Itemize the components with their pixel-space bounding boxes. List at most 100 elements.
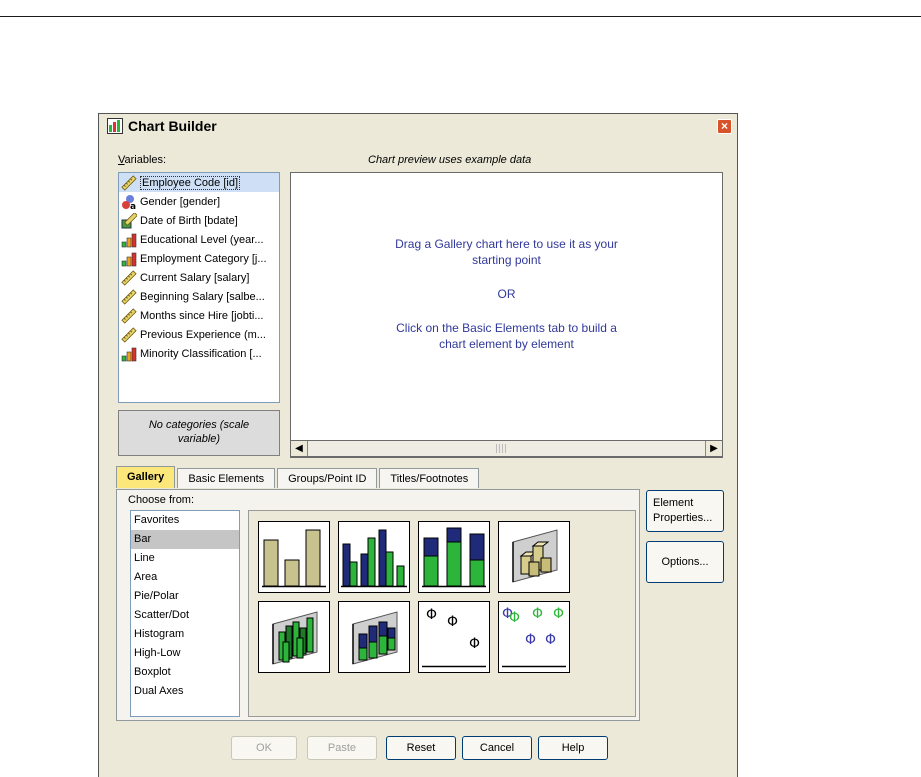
tab-gallery[interactable]: Gallery	[116, 466, 176, 488]
chart-type-item[interactable]: Boxplot	[131, 663, 239, 682]
element-properties-button[interactable]: Element Properties...	[646, 490, 724, 532]
variable-item[interactable]: Previous Experience (m...	[119, 325, 279, 344]
top-rule	[0, 16, 921, 17]
date-scale-icon	[121, 211, 138, 229]
reset-button[interactable]: Reset	[386, 736, 456, 760]
svg-text:Φ: Φ	[426, 607, 437, 623]
variable-label: Gender [gender]	[140, 195, 221, 208]
ok-button[interactable]: OK	[231, 736, 297, 760]
variable-label: Months since Hire [jobti...	[140, 309, 264, 322]
variable-label: Current Salary [salary]	[140, 271, 250, 284]
chart-type-item[interactable]: High-Low	[131, 644, 239, 663]
chart-type-item[interactable]: Favorites	[131, 511, 239, 530]
paste-button[interactable]: Paste	[307, 736, 377, 760]
variable-item[interactable]: Minority Classification [...	[119, 344, 279, 363]
variable-item[interactable]: Date of Birth [bdate]	[119, 211, 279, 230]
tab-basic-elements[interactable]: Basic Elements	[177, 468, 276, 488]
3d-stacked-bar-thumbnail[interactable]	[338, 601, 410, 673]
chart-type-item[interactable]: Line	[131, 549, 239, 568]
options-button[interactable]: Options...	[646, 541, 724, 583]
chart-type-item[interactable]: Scatter/Dot	[131, 606, 239, 625]
simple-error-bar-icon: Φ Φ Φ	[422, 607, 486, 668]
variables-list[interactable]: Employee Code [id] a Gender [gender] Date o…	[118, 172, 280, 403]
gallery-thumbnails: Φ Φ Φ Φ Φ Φ Φ Φ Φ	[248, 510, 636, 717]
variable-item[interactable]: a Gender [gender]	[119, 192, 279, 211]
variable-item[interactable]: Months since Hire [jobti...	[119, 306, 279, 325]
chart-type-item[interactable]: Dual Axes	[131, 682, 239, 701]
svg-text:Φ: Φ	[509, 610, 520, 626]
chart-type-item[interactable]: Bar	[131, 530, 239, 549]
3d-clustered-bar-icon	[272, 611, 318, 665]
variable-label: Employee Code [id]	[140, 175, 240, 190]
tab-titles-footnotes[interactable]: Titles/Footnotes	[379, 468, 480, 488]
canvas-instruction-3: Click on the Basic Elements tab to build…	[396, 321, 617, 335]
canvas-instruction-2: starting point	[472, 253, 541, 267]
3d-bar-thumbnail[interactable]	[498, 521, 570, 593]
cancel-button[interactable]: Cancel	[462, 736, 532, 760]
close-button[interactable]: ×	[717, 119, 732, 134]
ordinal-bar-icon	[121, 251, 137, 267]
canvas-instruction-4: chart element by element	[439, 337, 574, 351]
preview-label: Chart preview uses example data	[368, 154, 532, 166]
scale-ruler-icon	[121, 307, 137, 324]
clustered-error-bar-thumbnail[interactable]: Φ Φ Φ Φ Φ Φ	[498, 601, 570, 673]
window-title: Chart Builder	[128, 118, 217, 134]
scroll-grip[interactable]	[496, 444, 508, 453]
svg-text:Φ: Φ	[553, 606, 564, 622]
variable-item[interactable]: Educational Level (year...	[119, 230, 279, 249]
help-button[interactable]: Help	[538, 736, 608, 760]
close-icon: ×	[720, 119, 728, 133]
variable-label: Previous Experience (m...	[140, 328, 266, 341]
variable-item[interactable]: Current Salary [salary]	[119, 268, 279, 287]
variable-label: Educational Level (year...	[140, 233, 264, 246]
stacked-bar-icon	[422, 527, 486, 588]
title-bar[interactable]: Chart Builder ×	[99, 114, 737, 138]
scale-ruler-icon	[121, 174, 137, 191]
chart-type-list[interactable]: Favorites Bar Line Area Pie/Polar Scatter/Dot…	[130, 510, 240, 717]
arrow-left-icon: ◀	[295, 443, 303, 454]
variable-label: Minority Classification [...	[140, 347, 262, 360]
choose-from-label: Choose from:	[128, 494, 195, 506]
svg-text:Φ: Φ	[532, 606, 543, 622]
svg-text:Φ: Φ	[525, 632, 536, 648]
chart-canvas[interactable]: Drag a Gallery chart here to use it as y…	[290, 172, 723, 458]
simple-bar-thumbnail[interactable]	[258, 521, 330, 593]
svg-text:Φ: Φ	[447, 614, 458, 630]
variable-label: Beginning Salary [salbe...	[140, 290, 265, 303]
scroll-left-button[interactable]: ◀	[291, 441, 308, 456]
variable-label: Date of Birth [bdate]	[140, 214, 238, 227]
scale-ruler-icon	[121, 288, 137, 305]
clustered-bar-icon	[341, 529, 407, 588]
3d-clustered-bar-thumbnail[interactable]	[258, 601, 330, 673]
chart-builder-icon	[107, 118, 123, 134]
simple-error-bar-thumbnail[interactable]: Φ Φ Φ	[418, 601, 490, 673]
svg-text:Φ: Φ	[469, 636, 480, 652]
tab-strip: Gallery Basic Elements Groups/Point ID T…	[116, 466, 481, 490]
clustered-bar-thumbnail[interactable]	[338, 521, 410, 593]
arrow-right-icon: ▶	[710, 443, 718, 454]
variable-label: Employment Category [j...	[140, 252, 267, 265]
3d-stacked-bar-icon	[352, 611, 398, 665]
3d-bar-icon	[512, 529, 558, 583]
chart-type-item[interactable]: Area	[131, 568, 239, 587]
chart-type-item[interactable]: Pie/Polar	[131, 587, 239, 606]
ordinal-bar-icon	[121, 232, 137, 248]
svg-text:a: a	[130, 202, 136, 210]
scale-ruler-icon	[121, 269, 137, 286]
ordinal-bar-icon	[121, 346, 137, 362]
nominal-icon: a	[121, 194, 137, 211]
canvas-or: OR	[497, 287, 516, 301]
simple-bar-icon	[262, 529, 326, 588]
variable-item[interactable]: Employment Category [j...	[119, 249, 279, 268]
svg-text:Φ: Φ	[545, 632, 556, 648]
variable-item[interactable]: Employee Code [id]	[119, 173, 279, 192]
variable-item[interactable]: Beginning Salary [salbe...	[119, 287, 279, 306]
stacked-bar-thumbnail[interactable]	[418, 521, 490, 593]
scroll-right-button[interactable]: ▶	[705, 441, 722, 456]
canvas-instruction-1: Drag a Gallery chart here to use it as y…	[395, 237, 618, 251]
chart-type-item[interactable]: Histogram	[131, 625, 239, 644]
scale-ruler-icon	[121, 326, 137, 343]
tab-groups-point-id[interactable]: Groups/Point ID	[277, 468, 378, 488]
canvas-horizontal-scrollbar[interactable]: ◀ ▶	[290, 440, 723, 457]
categories-box: No categories (scale variable)	[118, 410, 280, 456]
